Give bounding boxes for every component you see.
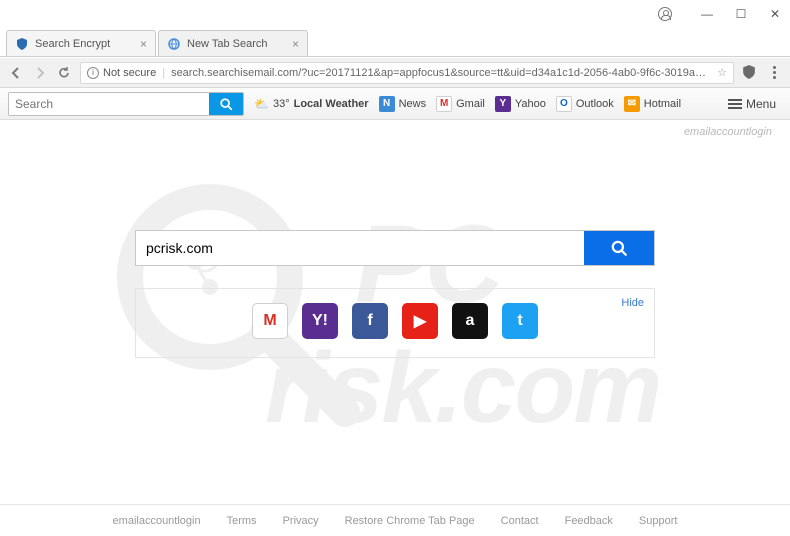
shield-icon	[15, 37, 29, 51]
main-search-input[interactable]	[136, 231, 584, 265]
toolbar-link-outlook[interactable]: O Outlook	[556, 96, 614, 112]
footer: emailaccountlogin Terms Privacy Restore Chr…	[0, 504, 790, 536]
outlook-icon: O	[556, 96, 572, 112]
close-window-button[interactable]: ✕	[768, 7, 782, 21]
back-button[interactable]	[8, 65, 24, 81]
quick-link-facebook[interactable]: f	[352, 303, 388, 339]
toolbar-link-hotmail[interactable]: ✉ Hotmail	[624, 96, 681, 112]
security-label: Not secure	[103, 67, 156, 79]
toolbar-link-label: Outlook	[576, 98, 614, 110]
toolbar-link-label: Gmail	[456, 98, 485, 110]
main-search-button[interactable]	[584, 231, 654, 265]
url-text: search.searchisemail.com/?uc=20171121&ap…	[171, 67, 711, 79]
toolbar-link-label: Hotmail	[644, 98, 681, 110]
news-icon: N	[379, 96, 395, 112]
toolbar-link-label: Yahoo	[515, 98, 546, 110]
sun-icon: ⛅	[254, 97, 269, 111]
quick-link-youtube[interactable]: ▶	[402, 303, 438, 339]
quick-links-box: Hide M Y! f ▶ at	[135, 288, 655, 358]
toolbar-link-label: News	[399, 98, 427, 110]
page-body: emailaccountlogin PCrisk.com Hide MY!f▶a…	[0, 120, 790, 504]
toolbar-search-button[interactable]	[209, 93, 243, 115]
main-search	[135, 230, 655, 266]
toolbar-search	[8, 92, 244, 116]
quick-link-amazon[interactable]: a	[452, 303, 488, 339]
toolbar-search-input[interactable]	[9, 93, 209, 115]
footer-link[interactable]: Feedback	[565, 515, 613, 527]
tab-search-encrypt[interactable]: Search Encrypt ×	[6, 30, 156, 56]
window-titlebar: — ☐ ✕	[0, 0, 790, 28]
gmail-icon: M	[436, 96, 452, 112]
menu-label: Menu	[746, 97, 776, 111]
page-toolbar: ⛅ 33° Local Weather N News M Gmail Y Yahoo O Ou…	[0, 88, 790, 120]
page-menu-button[interactable]: Menu	[722, 94, 782, 114]
temp: 33°	[273, 98, 290, 110]
footer-link[interactable]: Privacy	[283, 515, 319, 527]
minimize-button[interactable]: —	[700, 7, 714, 21]
maximize-button[interactable]: ☐	[734, 7, 748, 21]
globe-icon	[167, 37, 181, 51]
quick-link-twitter[interactable]: t	[502, 303, 538, 339]
hide-link[interactable]: Hide	[621, 297, 644, 309]
account-icon[interactable]	[658, 7, 672, 21]
address-bar[interactable]: i Not secure | search.searchisemail.com/…	[80, 62, 734, 84]
info-icon: i	[87, 67, 99, 79]
hamburger-icon	[728, 99, 742, 109]
extension-shield-icon[interactable]	[742, 65, 758, 81]
close-icon[interactable]: ×	[292, 37, 299, 51]
close-icon[interactable]: ×	[140, 37, 147, 51]
quick-link-gmail[interactable]: M	[252, 303, 288, 339]
chrome-menu-button[interactable]	[766, 65, 782, 81]
footer-link[interactable]: Restore Chrome Tab Page	[345, 515, 475, 527]
footer-link[interactable]: emailaccountlogin	[113, 515, 201, 527]
yahoo-icon: Y	[495, 96, 511, 112]
quick-link-yahoo[interactable]: Y!	[302, 303, 338, 339]
footer-link[interactable]: Support	[639, 515, 678, 527]
tab-label: Search Encrypt	[35, 38, 110, 50]
footer-link[interactable]: Contact	[501, 515, 539, 527]
weather-label: Local Weather	[294, 98, 369, 110]
reload-button[interactable]	[56, 65, 72, 81]
toolbar-link-yahoo[interactable]: Y Yahoo	[495, 96, 546, 112]
tab-bar: Search Encrypt × New Tab Search ×	[0, 27, 790, 57]
hotmail-icon: ✉	[624, 96, 640, 112]
weather-widget[interactable]: ⛅ 33° Local Weather	[254, 97, 369, 111]
address-bar-row: i Not secure | search.searchisemail.com/…	[0, 58, 790, 88]
footer-link[interactable]: Terms	[227, 515, 257, 527]
toolbar-link-gmail[interactable]: M Gmail	[436, 96, 485, 112]
star-icon[interactable]: ☆	[717, 66, 727, 79]
forward-button[interactable]	[32, 65, 48, 81]
tab-new-tab-search[interactable]: New Tab Search ×	[158, 30, 308, 56]
toolbar-link-news[interactable]: N News	[379, 96, 427, 112]
tab-label: New Tab Search	[187, 38, 268, 50]
